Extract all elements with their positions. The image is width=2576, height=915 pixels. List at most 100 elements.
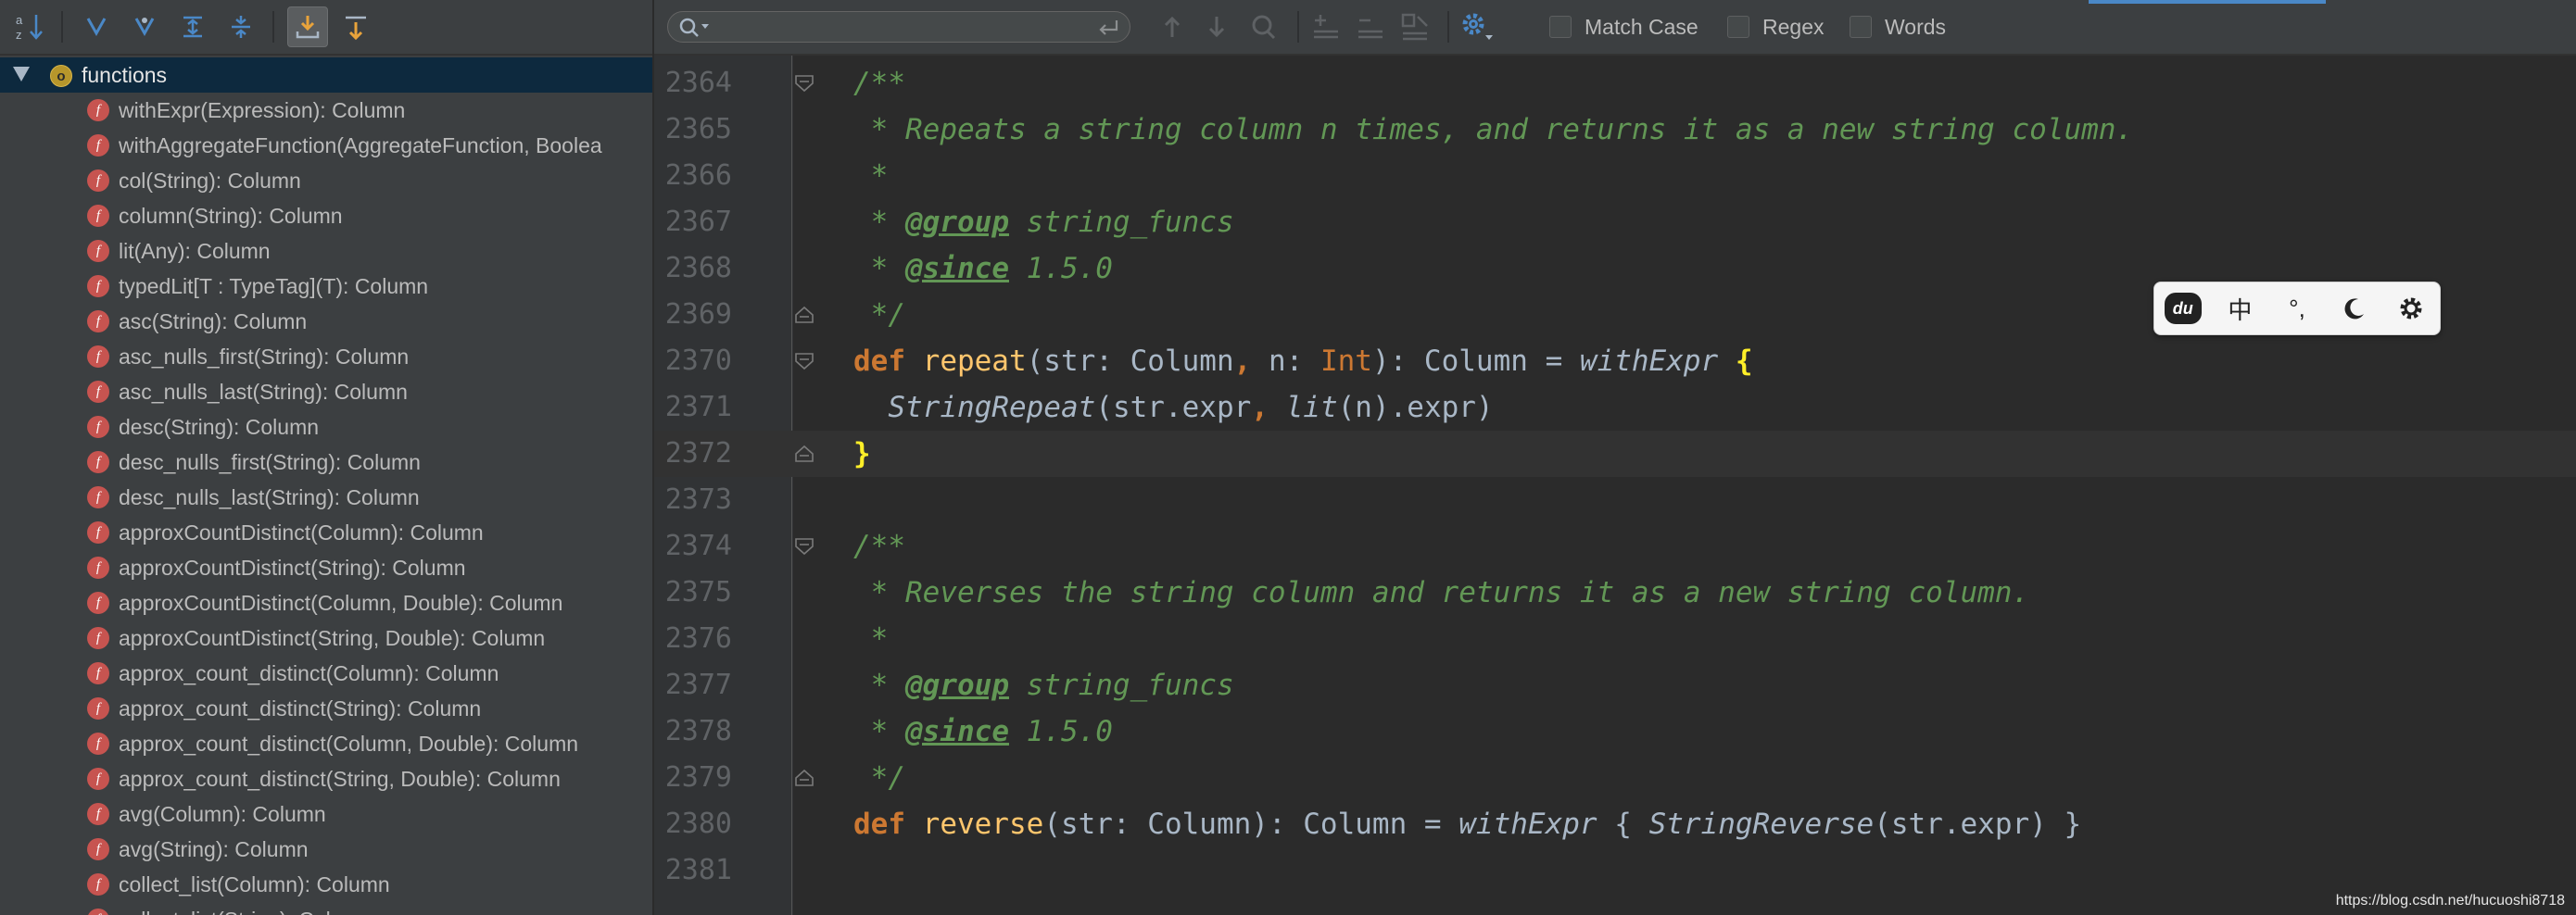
- expand-arrow-icon[interactable]: [13, 67, 30, 81]
- expand-all-button[interactable]: [172, 6, 213, 47]
- structure-panel: a z o functions f withExpr(Expression): …: [0, 0, 654, 915]
- code-token: StringReverse: [1648, 808, 1875, 841]
- select-all-occurrences-icon[interactable]: [1399, 11, 1431, 43]
- tree-item-label: col(String): Column: [119, 169, 301, 193]
- code-line-current[interactable]: 2372 }: [654, 431, 2576, 477]
- autoscroll-from-source-button[interactable]: [335, 6, 376, 47]
- gear-icon[interactable]: [1458, 9, 1496, 44]
- tree-item-function[interactable]: f approx_count_distinct(Column): Column: [0, 656, 652, 691]
- autoscroll-to-source-button[interactable]: [287, 6, 328, 47]
- doc-comment: *: [853, 669, 905, 702]
- tree-item-function[interactable]: f withAggregateFunction(AggregateFunction…: [0, 128, 652, 163]
- code-text: */: [853, 755, 905, 801]
- tree-item-function[interactable]: f asc_nulls_last(String): Column: [0, 374, 652, 409]
- code-line[interactable]: 2366 *: [654, 153, 2576, 199]
- code-line[interactable]: 2371 StringRepeat(str.expr, lit(n).expr): [654, 384, 2576, 431]
- doc-comment: /**: [853, 530, 905, 563]
- tree-item-function[interactable]: f avg(String): Column: [0, 832, 652, 867]
- tree-item-function[interactable]: f withExpr(Expression): Column: [0, 93, 652, 128]
- tree-item-function[interactable]: f approxCountDistinct(String): Column: [0, 550, 652, 585]
- collapse-all-button[interactable]: [221, 6, 261, 47]
- code-text: StringRepeat(str.expr, lit(n).expr): [853, 384, 1493, 431]
- match-case-checkbox[interactable]: [1549, 16, 1572, 38]
- code-line[interactable]: 2375 * Reverses the string column and re…: [654, 570, 2576, 616]
- code-line[interactable]: 2374 /**: [654, 523, 2576, 570]
- fold-marker-icon[interactable]: [794, 352, 814, 370]
- regex-option[interactable]: Regex: [1727, 13, 1824, 41]
- tree-item-function[interactable]: f approx_count_distinct(Column, Double): …: [0, 726, 652, 761]
- code-line[interactable]: 2373: [654, 477, 2576, 523]
- code-line[interactable]: 2376 *: [654, 616, 2576, 662]
- remove-selection-icon[interactable]: [1355, 11, 1386, 43]
- code-line[interactable]: 2364 /**: [654, 60, 2576, 107]
- tree-item-function[interactable]: f desc_nulls_first(String): Column: [0, 445, 652, 480]
- ime-punctuation-button[interactable]: °,: [2277, 288, 2317, 329]
- match-case-option[interactable]: Match Case: [1549, 13, 1698, 41]
- function-icon: f: [87, 134, 109, 157]
- tree-item-label: desc(String): Column: [119, 415, 320, 439]
- add-selection-icon[interactable]: [1310, 11, 1342, 43]
- find-all-icon[interactable]: [1247, 11, 1279, 43]
- code-line[interactable]: 2380 def reverse(str: Column): Column = …: [654, 801, 2576, 847]
- fold-marker-icon[interactable]: [794, 306, 814, 324]
- code-line[interactable]: 2365 * Repeats a string column n times, …: [654, 107, 2576, 153]
- tree-item-label: withAggregateFunction(AggregateFunction,…: [119, 133, 602, 157]
- toolbar-separator: [272, 11, 274, 43]
- previous-occurrence-icon[interactable]: [1158, 13, 1186, 41]
- code-token: (str.expr) }: [1874, 808, 2082, 841]
- fold-marker-icon[interactable]: [794, 769, 814, 787]
- code-line[interactable]: 2378 * @since 1.5.0: [654, 708, 2576, 755]
- code-line[interactable]: 2370 def repeat(str: Column, n: Int): Co…: [654, 338, 2576, 384]
- tree-item-function[interactable]: f column(String): Column: [0, 198, 652, 233]
- function-icon: f: [87, 697, 109, 720]
- tree-item-function[interactable]: f approxCountDistinct(Column, Double): Co…: [0, 585, 652, 620]
- tree-item-function[interactable]: f approxCountDistinct(Column): Column: [0, 515, 652, 550]
- show-inherited-button[interactable]: [124, 6, 165, 47]
- tree-item-function[interactable]: f typedLit[T : TypeTag](T): Column: [0, 269, 652, 304]
- tree-item-function[interactable]: f approx_count_distinct(String, Double): …: [0, 761, 652, 796]
- function-icon: f: [87, 557, 109, 579]
- tree-item-label: desc_nulls_last(String): Column: [119, 485, 420, 509]
- tree-item-function[interactable]: f lit(Any): Column: [0, 233, 652, 269]
- tree-item-function[interactable]: f approxCountDistinct(String, Double): Co…: [0, 620, 652, 656]
- ime-chinese-mode-button[interactable]: 中: [2219, 288, 2260, 329]
- code-token: ,: [1251, 391, 1269, 424]
- show-fields-button[interactable]: [76, 6, 117, 47]
- fold-marker-icon[interactable]: [794, 537, 814, 556]
- tree-item-function[interactable]: f collect_list(Column): Column: [0, 867, 652, 902]
- code-text: /**: [853, 60, 905, 107]
- words-option[interactable]: Words: [1850, 13, 1946, 41]
- next-occurrence-icon[interactable]: [1203, 13, 1231, 41]
- search-input[interactable]: [716, 14, 1091, 42]
- tree-item-function[interactable]: f approx_count_distinct(String): Column: [0, 691, 652, 726]
- tree-node-functions[interactable]: o functions: [0, 57, 652, 93]
- words-checkbox[interactable]: [1850, 16, 1872, 38]
- fold-marker-icon[interactable]: [794, 445, 814, 463]
- code-line[interactable]: 2379 */: [654, 755, 2576, 801]
- doc-comment: *: [853, 622, 889, 656]
- line-number: 2369: [664, 298, 732, 331]
- svg-text:a: a: [16, 13, 23, 27]
- enter-newline-icon[interactable]: [1096, 18, 1120, 38]
- ime-settings-button[interactable]: [2391, 288, 2431, 329]
- ime-logo-button[interactable]: du: [2163, 288, 2203, 329]
- tree-item-label: approxCountDistinct(Column): Column: [119, 520, 484, 545]
- tree-item-function[interactable]: f collect_list(String): Column: [0, 902, 652, 915]
- search-history-icon[interactable]: [677, 16, 713, 40]
- tree-item-label: withExpr(Expression): Column: [119, 98, 406, 122]
- tree-item-function[interactable]: f avg(Column): Column: [0, 796, 652, 832]
- ime-night-mode-button[interactable]: [2334, 288, 2375, 329]
- sort-alphabetically-button[interactable]: a z: [9, 6, 50, 47]
- tree-item-function[interactable]: f col(String): Column: [0, 163, 652, 198]
- regex-checkbox[interactable]: [1727, 16, 1749, 38]
- tree-item-function[interactable]: f desc(String): Column: [0, 409, 652, 445]
- function-icon: f: [87, 662, 109, 684]
- code-line[interactable]: 2367 * @group string_funcs: [654, 199, 2576, 245]
- tree-item-function[interactable]: f asc(String): Column: [0, 304, 652, 339]
- search-box[interactable]: [667, 11, 1130, 43]
- code-line[interactable]: 2377 * @group string_funcs: [654, 662, 2576, 708]
- fold-marker-icon[interactable]: [794, 74, 814, 93]
- code-line[interactable]: 2381: [654, 847, 2576, 894]
- tree-item-function[interactable]: f desc_nulls_last(String): Column: [0, 480, 652, 515]
- tree-item-function[interactable]: f asc_nulls_first(String): Column: [0, 339, 652, 374]
